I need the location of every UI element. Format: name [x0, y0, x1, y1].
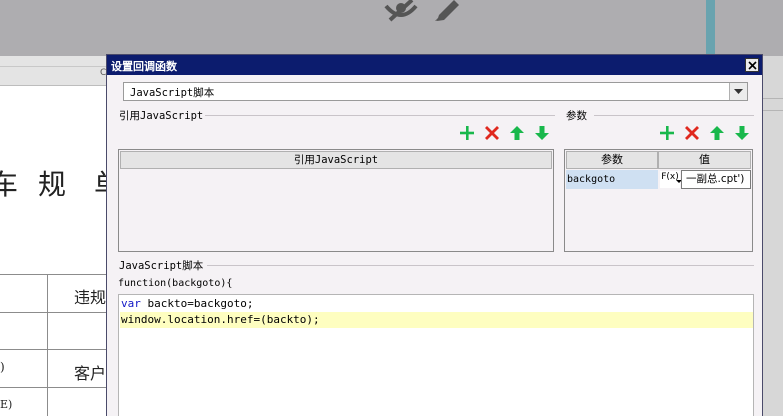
table-line: [0, 312, 106, 313]
script-editor[interactable]: var backto=backgoto; window.location.hre…: [118, 294, 754, 416]
move-down-icon[interactable]: [534, 125, 550, 141]
dialog-title: 设置回调函数: [111, 60, 177, 73]
ref-js-list[interactable]: 引用JavaScript: [118, 149, 554, 252]
param-value-input[interactable]: 一副总.cpt'): [681, 170, 751, 189]
right-strip-line: [762, 98, 783, 99]
script-group-label: JavaScript脚本: [117, 258, 206, 273]
heading-char: 规: [38, 168, 67, 201]
add-icon[interactable]: [659, 125, 675, 141]
move-up-icon[interactable]: [509, 125, 525, 141]
ref-js-group-label: 引用JavaScript: [117, 108, 206, 123]
delete-icon[interactable]: [484, 125, 500, 141]
table-line: [0, 349, 106, 350]
dialog-titlebar[interactable]: 设置回调函数: [107, 55, 762, 75]
params-header-value: 值: [658, 151, 751, 169]
edit-icon[interactable]: [432, 0, 462, 22]
add-icon[interactable]: [459, 125, 475, 141]
close-icon: [747, 60, 757, 70]
callback-dialog: 设置回调函数 JavaScript脚本 引用JavaScript 引用JavaS…: [106, 54, 763, 416]
move-up-icon[interactable]: [709, 125, 725, 141]
ref-js-list-header: 引用JavaScript: [120, 151, 552, 169]
code-line[interactable]: var backto=backgoto;: [120, 296, 753, 312]
dropdown-arrow-icon: [734, 88, 743, 94]
table-line: [0, 387, 106, 388]
table-line: [0, 274, 106, 275]
table-cell-text: E): [0, 398, 13, 411]
params-group-label: 参数: [564, 108, 589, 123]
delete-icon[interactable]: [684, 125, 700, 141]
right-strip-line: [762, 110, 783, 111]
function-signature: function(backgoto){: [118, 278, 233, 289]
heading-char: 车: [0, 168, 19, 201]
move-down-icon[interactable]: [734, 125, 750, 141]
table-cell-text: 违规: [74, 288, 107, 307]
hide-icon[interactable]: [384, 0, 418, 22]
ruler-divider: [0, 66, 106, 67]
table-cell-text: ): [0, 360, 5, 374]
table-line: [47, 274, 48, 416]
code-keyword: var: [121, 297, 141, 310]
group-separator: [207, 265, 754, 266]
code-line-current[interactable]: window.location.href=(backto);: [120, 312, 753, 328]
group-separator: [594, 115, 754, 116]
script-type-select[interactable]: JavaScript脚本: [123, 82, 748, 101]
group-separator: [203, 115, 555, 116]
code-text: backto=backgoto;: [140, 297, 254, 310]
params-header-name: 参数: [566, 151, 658, 169]
teal-marker: [706, 0, 715, 56]
params-table[interactable]: 参数 值 backgoto F(x) 一副总.cpt'): [564, 149, 753, 252]
script-type-value: JavaScript脚本: [130, 87, 215, 99]
close-button[interactable]: [745, 58, 759, 72]
param-name-cell[interactable]: backgoto: [566, 170, 658, 189]
table-cell-text: 客户: [74, 364, 107, 383]
dropdown-button[interactable]: [729, 83, 747, 100]
